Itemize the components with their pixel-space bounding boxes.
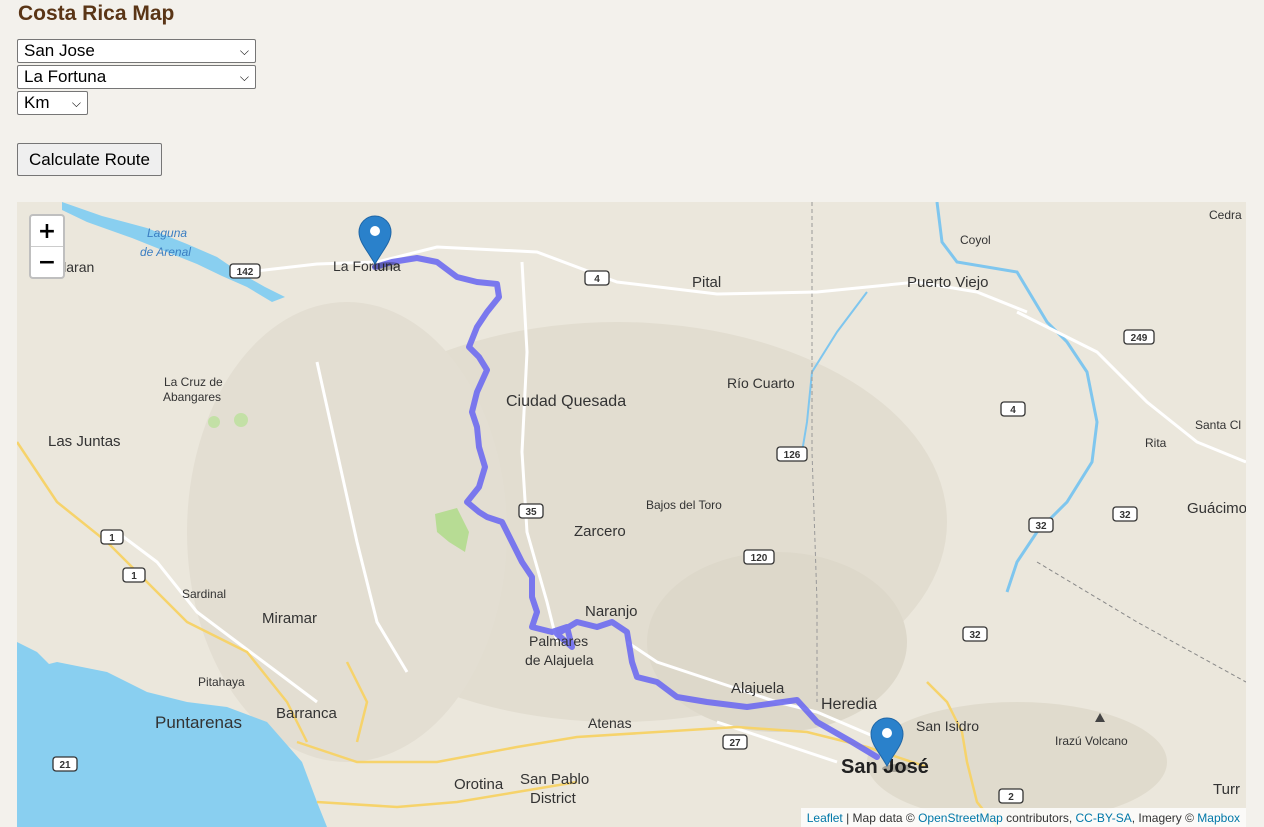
place-district: District xyxy=(530,790,577,807)
map-tiles: 142 4 249 4 126 35 120 1 1 32 32 32 27 2… xyxy=(17,202,1246,827)
place-abangares: Abangares xyxy=(163,390,221,404)
road-shield-249: 249 xyxy=(1123,329,1155,345)
calculate-route-button[interactable]: Calculate Route xyxy=(17,143,162,176)
svg-text:2: 2 xyxy=(1008,792,1014,803)
road-shield-2: 2 xyxy=(998,788,1024,804)
page-title: Costa Rica Map xyxy=(18,2,175,25)
road-shield-21: 21 xyxy=(52,756,78,772)
svg-text:21: 21 xyxy=(59,760,71,771)
chevron-down-icon: ⌵ xyxy=(239,43,249,58)
place-rita: Rita xyxy=(1145,436,1167,450)
road-shield-35: 35 xyxy=(518,503,544,519)
svg-text:4: 4 xyxy=(594,274,600,285)
place-bajos-del-toro: Bajos del Toro xyxy=(646,498,722,512)
svg-text:249: 249 xyxy=(1131,333,1148,344)
road-shield-32: 32 xyxy=(962,626,988,642)
cc-by-sa-link[interactable]: CC-BY-SA xyxy=(1076,811,1132,825)
place-la-cruz: La Cruz de xyxy=(164,375,223,389)
road-shield-1: 1 xyxy=(100,529,124,545)
road-shield-120: 120 xyxy=(743,549,775,565)
place-heredia: Heredia xyxy=(821,696,877,713)
zoom-in-button[interactable]: + xyxy=(31,216,63,247)
place-ciudad-quesada: Ciudad Quesada xyxy=(506,393,626,410)
zoom-out-button[interactable]: − xyxy=(31,247,63,277)
leaflet-link[interactable]: Leaflet xyxy=(807,811,843,825)
place-san-isidro: San Isidro xyxy=(916,718,979,734)
mapbox-link[interactable]: Mapbox xyxy=(1197,811,1240,825)
road-shield-4: 4 xyxy=(1000,401,1026,417)
road-shield-126: 126 xyxy=(776,446,808,462)
unit-select-value: Km xyxy=(24,93,50,112)
map-view[interactable]: 142 4 249 4 126 35 120 1 1 32 32 32 27 2… xyxy=(17,202,1246,827)
place-laguna: Laguna xyxy=(147,226,187,240)
place-irazu: Irazú Volcano xyxy=(1055,734,1128,748)
svg-text:27: 27 xyxy=(729,738,741,749)
road-shield-32: 32 xyxy=(1112,506,1138,522)
chevron-down-icon: ⌵ xyxy=(71,95,81,110)
origin-select[interactable]: San Jose ⌵ xyxy=(17,39,256,63)
place-guacimo: Guácimo xyxy=(1187,500,1246,517)
attribution-text: | Map data © xyxy=(842,810,919,825)
attribution-text: contributors, xyxy=(1002,810,1076,825)
svg-text:1: 1 xyxy=(131,571,137,582)
place-rio-cuarto: Río Cuarto xyxy=(727,375,795,391)
map-attribution: Leaflet | Map data © OpenStreetMap contr… xyxy=(800,808,1246,827)
unit-select[interactable]: Km ⌵ xyxy=(17,91,88,115)
place-las-juntas: Las Juntas xyxy=(48,433,121,450)
zoom-control: + − xyxy=(29,214,65,279)
place-san-pablo: San Pablo xyxy=(520,771,589,788)
svg-text:126: 126 xyxy=(784,450,801,461)
place-miramar: Miramar xyxy=(262,610,317,627)
place-atenas: Atenas xyxy=(588,715,632,731)
place-cedra: Cedra xyxy=(1209,208,1242,222)
place-zarcero: Zarcero xyxy=(574,523,626,540)
place-palmares: Palmares xyxy=(529,633,588,649)
attribution-text: , Imagery © xyxy=(1131,810,1198,825)
svg-text:35: 35 xyxy=(525,507,537,518)
place-sardinal: Sardinal xyxy=(182,587,226,601)
place-orotina: Orotina xyxy=(454,776,504,793)
svg-text:32: 32 xyxy=(1035,521,1047,532)
road-shield-4: 4 xyxy=(584,270,610,286)
openstreetmap-link[interactable]: OpenStreetMap xyxy=(918,811,1003,825)
park xyxy=(234,413,248,427)
svg-text:142: 142 xyxy=(237,267,254,278)
svg-text:120: 120 xyxy=(751,553,768,564)
svg-text:32: 32 xyxy=(1119,510,1131,521)
place-pital: Pital xyxy=(692,274,721,291)
road-shield-32: 32 xyxy=(1028,517,1054,533)
place-turr: Turr xyxy=(1213,781,1240,798)
origin-select-value: San Jose xyxy=(24,41,95,60)
place-coyol: Coyol xyxy=(960,233,991,247)
place-puntarenas: Puntarenas xyxy=(155,713,242,732)
place-de-arenal: de Arenal xyxy=(140,245,191,259)
park xyxy=(208,416,220,428)
road-shield-142: 142 xyxy=(229,263,261,279)
place-santa-cl: Santa Cl xyxy=(1195,418,1241,432)
place-barranca: Barranca xyxy=(276,705,338,722)
chevron-down-icon: ⌵ xyxy=(239,69,249,84)
place-naranjo: Naranjo xyxy=(585,603,638,620)
road-shield-1: 1 xyxy=(122,567,146,583)
destination-select[interactable]: La Fortuna ⌵ xyxy=(17,65,256,89)
road-shield-27: 27 xyxy=(722,734,748,750)
place-alajuela: Alajuela xyxy=(731,680,785,697)
place-puerto-viejo: Puerto Viejo xyxy=(907,274,988,291)
place-de-alajuela: de Alajuela xyxy=(525,652,594,668)
svg-text:4: 4 xyxy=(1010,405,1016,416)
destination-select-value: La Fortuna xyxy=(24,67,107,86)
place-pitahaya: Pitahaya xyxy=(198,675,245,689)
svg-text:32: 32 xyxy=(969,630,981,641)
svg-text:1: 1 xyxy=(109,533,115,544)
